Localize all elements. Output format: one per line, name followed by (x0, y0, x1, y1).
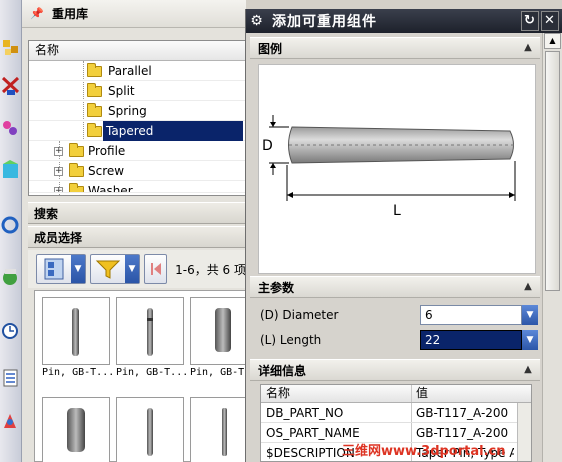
scroll-up-icon[interactable]: ▲ (544, 33, 561, 49)
pin-diagram: D L (258, 64, 536, 274)
collapse-icon[interactable]: ▲ (522, 364, 534, 376)
expand-icon[interactable]: + (54, 187, 63, 192)
previous-icon (150, 263, 161, 275)
resource-bar (0, 0, 22, 462)
watermark: 三维网www.3dportal.cn (342, 444, 506, 459)
expand-icon[interactable]: + (54, 147, 63, 156)
collapse-icon[interactable]: ▲ (522, 281, 534, 293)
thumbnail-caption: Pin, GB-T... (116, 367, 188, 378)
member-thumbnail[interactable] (42, 297, 110, 365)
dialog-titlebar: ⚙ 添加可重用组件 ↻ ✕ (246, 9, 562, 33)
row-name: DB_PART_NO (266, 406, 344, 420)
search-section-header[interactable]: 搜索 (28, 202, 246, 224)
filter-funnel-icon (95, 260, 121, 279)
folder-icon (87, 123, 102, 137)
expand-icon[interactable]: + (54, 167, 63, 176)
history-icon[interactable] (1, 265, 20, 291)
length-label: (L) Length (260, 333, 322, 347)
filter-dropdown[interactable]: ▼ (90, 254, 140, 284)
tree-item-profile[interactable]: + Profile (29, 141, 245, 161)
chevron-down-icon: ▼ (71, 255, 85, 283)
column-header-name[interactable]: 名称 (266, 385, 290, 402)
preview-group-label: 图例 (258, 42, 283, 56)
reuse-library-title: 重用库 (52, 7, 89, 21)
tree-item-parallel[interactable]: Parallel (29, 61, 245, 81)
add-reusable-component-dialog: ⚙ 添加可重用组件 ↻ ✕ 图例 ▲ D L 主参数 ▲ (D) Diamete… (245, 9, 562, 462)
member-thumbnails[interactable]: Pin, GB-T... Pin, GB-T... Pin, GB-T... (34, 290, 262, 462)
clock-icon[interactable] (1, 318, 20, 344)
library-tree[interactable]: 名称 Parallel Split Spring Tapered + Profi… (28, 40, 246, 196)
scroll-thumb[interactable] (545, 51, 560, 291)
column-header-value[interactable]: 值 (416, 385, 514, 402)
tapered-pin-drawing: D L (262, 115, 516, 219)
gear-icon[interactable]: ⚙ (248, 13, 266, 29)
chevron-down-icon[interactable]: ▼ (522, 330, 538, 350)
web-browser-icon[interactable] (1, 212, 20, 238)
folder-icon (87, 63, 102, 77)
diameter-select[interactable]: 6 (420, 305, 522, 325)
folder-icon (69, 143, 84, 157)
roles-icon[interactable] (1, 408, 20, 434)
previous-page-button[interactable] (144, 254, 168, 284)
reuse-library-header: 📌 重用库 (22, 0, 246, 28)
pin-preview-icon (67, 408, 85, 452)
details-label: 详细信息 (258, 364, 307, 378)
pin-preview-icon (147, 308, 153, 356)
folder-icon (87, 83, 102, 97)
properties-list-icon[interactable] (1, 365, 20, 391)
pin-preview-icon (147, 408, 153, 456)
pin-preview-icon (72, 308, 79, 356)
main-params-label: 主参数 (258, 281, 295, 295)
diameter-dim-label: D (262, 138, 273, 154)
table-row[interactable]: DB_PART_NO GB-T117_A-200 (261, 403, 531, 423)
folder-icon (69, 163, 84, 177)
member-thumbnail[interactable] (42, 397, 110, 462)
tree-item-washer[interactable]: + Washer (29, 181, 245, 193)
chevron-down-icon: ▼ (125, 255, 139, 283)
length-dim-label: L (393, 203, 401, 219)
dialog-title: 添加可重用组件 (272, 14, 377, 30)
member-select-header[interactable]: 成员选择 (28, 226, 246, 248)
details-group-header[interactable]: 详细信息 ▲ (250, 359, 540, 381)
member-thumbnail[interactable] (116, 397, 184, 462)
diameter-param: (D) Diameter 6 ▼ (250, 303, 540, 327)
tree-item-split[interactable]: Split (29, 81, 245, 101)
tree-item-tapered[interactable]: Tapered (29, 121, 245, 141)
tree-item-screw[interactable]: + Screw (29, 161, 245, 181)
table-scrollbar[interactable] (517, 403, 531, 461)
constraint-navigator-icon[interactable] (1, 72, 20, 98)
tree-item-spring[interactable]: Spring (29, 101, 245, 121)
details-table-header: 名称 值 (261, 385, 531, 403)
row-value: GB-T117_A-200 (416, 406, 509, 420)
member-thumbnail[interactable] (116, 297, 184, 365)
member-range-text: 1-6，共 6 项 (175, 262, 246, 277)
reset-icon[interactable]: ↻ (521, 11, 539, 31)
member-toolbar: ▼ ▼ 1-6，共 6 项 (28, 250, 246, 288)
thumbnail-caption: Pin, GB-T... (42, 367, 114, 378)
pin-icon[interactable]: 📌 (30, 7, 44, 21)
tree-column-header[interactable]: 名称 (29, 41, 245, 61)
assembly-navigator-icon[interactable] (1, 34, 20, 60)
reuse-library-icon[interactable] (1, 158, 20, 184)
collapse-icon[interactable]: ▲ (522, 42, 534, 54)
main-params-group-header[interactable]: 主参数 ▲ (250, 276, 540, 298)
close-icon[interactable]: ✕ (541, 11, 559, 31)
preview-group-header[interactable]: 图例 ▲ (250, 37, 540, 59)
length-select[interactable]: 22 (420, 330, 522, 350)
view-mode-dropdown[interactable]: ▼ (36, 254, 86, 284)
thumbnail-view-icon (44, 258, 64, 280)
length-param: (L) Length 22 ▼ (250, 328, 540, 352)
folder-icon (69, 183, 84, 192)
chevron-down-icon[interactable]: ▼ (522, 305, 538, 325)
folder-icon (87, 103, 102, 117)
part-navigator-icon[interactable] (1, 115, 20, 141)
diameter-label: (D) Diameter (260, 308, 339, 322)
dialog-scrollbar[interactable]: ▲ (542, 33, 562, 462)
